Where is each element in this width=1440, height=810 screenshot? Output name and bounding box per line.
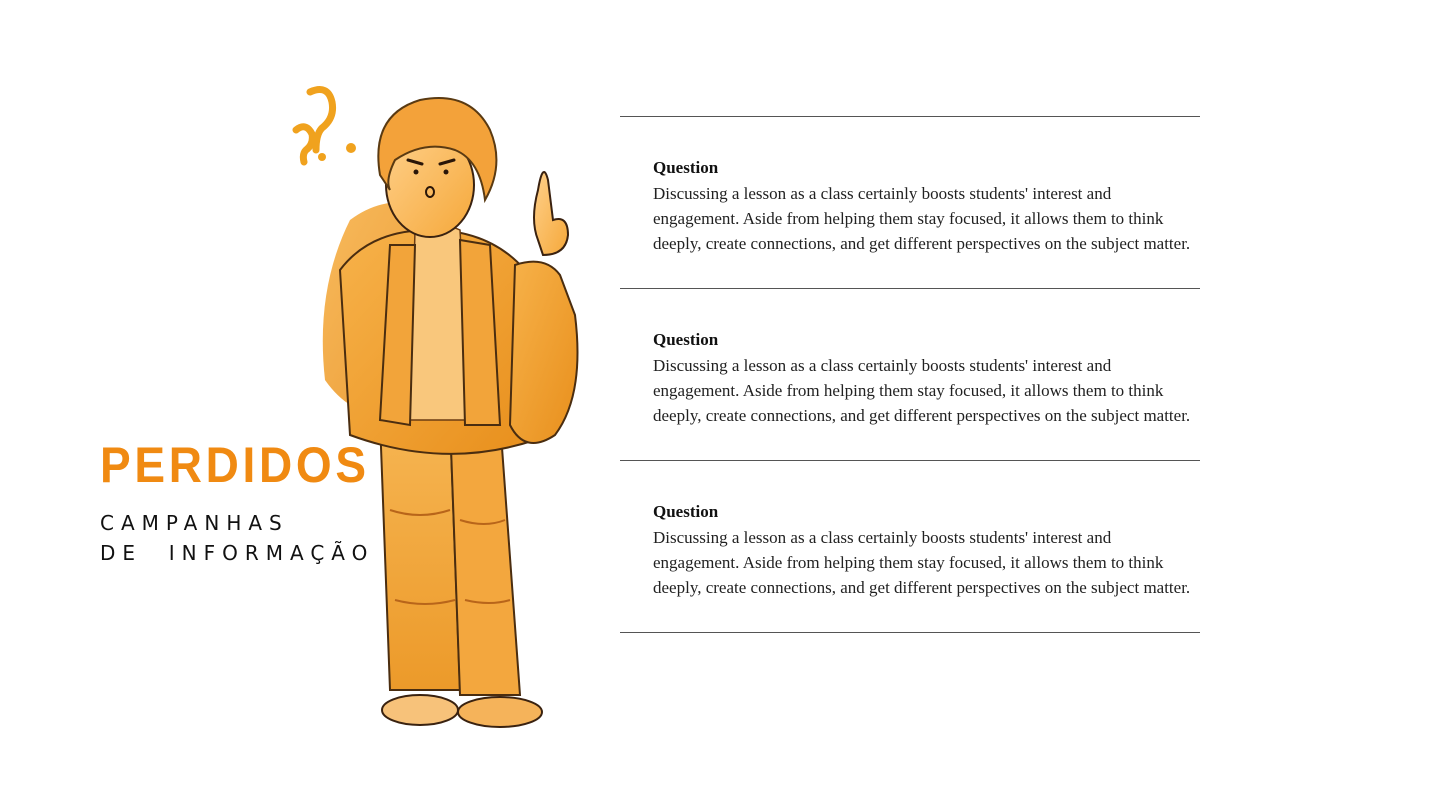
question-list: Question Discussing a lesson as a class … bbox=[620, 116, 1200, 633]
question-body: Discussing a lesson as a class certainly… bbox=[653, 184, 1191, 253]
question-body: Discussing a lesson as a class certainly… bbox=[653, 528, 1191, 597]
question-title: Question bbox=[653, 330, 719, 349]
question-item: Question Discussing a lesson as a class … bbox=[620, 117, 1200, 288]
question-item: Question Discussing a lesson as a class … bbox=[620, 461, 1200, 632]
question-marks-icon bbox=[292, 86, 356, 166]
question-title: Question bbox=[653, 502, 719, 521]
question-item: Question Discussing a lesson as a class … bbox=[620, 289, 1200, 460]
person-thinking-illustration bbox=[280, 80, 620, 750]
question-body: Discussing a lesson as a class certainly… bbox=[653, 356, 1191, 425]
divider bbox=[620, 632, 1200, 633]
question-title: Question bbox=[653, 158, 719, 177]
